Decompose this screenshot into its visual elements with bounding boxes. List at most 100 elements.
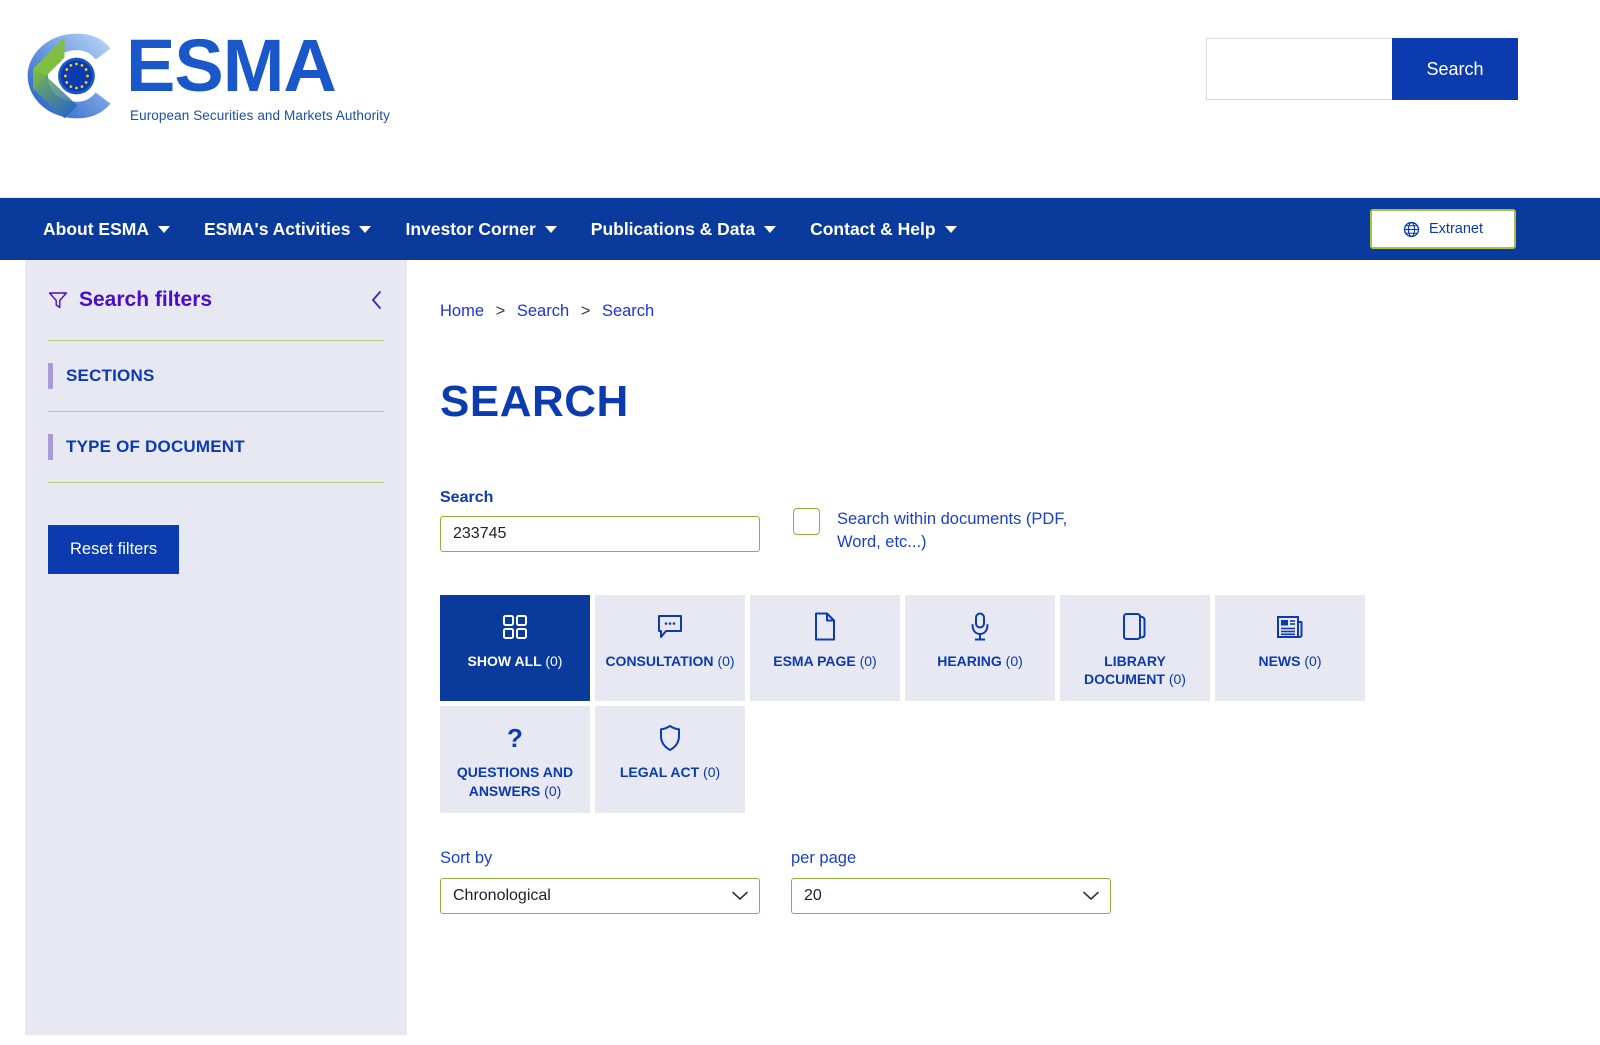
search-input[interactable]: [440, 516, 760, 552]
tab-label: SHOW ALL (0): [468, 652, 563, 671]
tab-count: (0): [1304, 652, 1322, 669]
chevron-down-icon: [944, 225, 957, 233]
tab-text: SHOW ALL: [467, 652, 542, 669]
breadcrumb-item-search-2[interactable]: Search: [602, 302, 654, 320]
tab-label: ESMA PAGE (0): [773, 652, 876, 671]
search-within-documents-group: Search within documents (PDF, Word, etc.…: [793, 508, 1093, 554]
nav-item-publications-data[interactable]: Publications & Data: [574, 198, 793, 260]
extranet-label: Extranet: [1429, 221, 1483, 237]
tab-esma-page[interactable]: ESMA PAGE (0): [750, 594, 900, 702]
tab-hearing[interactable]: HEARING (0): [905, 594, 1055, 702]
shield-icon: [658, 723, 682, 753]
tab-text: NEWS: [1258, 652, 1301, 669]
main-content: Home > Search > Search SEARCH Search Sea…: [432, 260, 1600, 1045]
per-page-group: per page 20: [791, 849, 1111, 915]
filter-group-sections[interactable]: SECTIONS: [48, 340, 384, 411]
nav-item-investor-corner[interactable]: Investor Corner: [388, 198, 573, 260]
tab-text: LEGAL ACT: [619, 764, 700, 781]
search-field-block: Search: [440, 489, 760, 552]
sort-by-label: Sort by: [440, 849, 493, 868]
tab-legal-act[interactable]: LEGAL ACT (0): [595, 706, 745, 814]
chevron-down-icon: [732, 891, 748, 900]
tab-count: (0): [859, 652, 877, 669]
tab-label: LEGAL ACT (0): [620, 763, 720, 782]
question-mark-icon: ?: [503, 723, 527, 753]
header-search-input[interactable]: [1206, 38, 1392, 100]
globe-icon: [1403, 221, 1420, 237]
tab-text: HEARING: [937, 652, 1002, 669]
grid-icon: [502, 612, 528, 642]
search-field-label: Search: [440, 489, 494, 506]
nav-item-contact-help[interactable]: Contact & Help: [793, 198, 973, 260]
per-page-select[interactable]: 20: [791, 878, 1111, 915]
tab-count: (0): [1005, 652, 1023, 669]
main-navigation: About ESMA ESMA's Activities Investor Co…: [0, 198, 1600, 260]
search-within-documents-label: Search within documents (PDF, Word, etc.…: [837, 510, 1068, 551]
per-page-select-wrap: 20: [791, 878, 1111, 915]
tab-news[interactable]: NEWS (0): [1215, 594, 1365, 702]
svg-text:?: ?: [507, 723, 523, 753]
sort-by-group: Sort by Chronological: [440, 849, 760, 915]
tab-show-all[interactable]: SHOW ALL (0): [440, 594, 590, 702]
search-filters-title-group: Search filters: [48, 288, 212, 312]
filter-group-type-inner: TYPE OF DOCUMENT: [48, 434, 384, 460]
extranet-button[interactable]: Extranet: [1370, 209, 1516, 249]
page-body: Search filters SECTIONS TYPE OF DOCUMENT…: [0, 260, 1600, 1045]
filter-group-sections-inner: SECTIONS: [48, 363, 384, 389]
tab-count: (0): [545, 652, 563, 669]
sort-by-value: Chronological: [453, 887, 551, 905]
tab-count: (0): [544, 783, 562, 800]
nav-item-esmas-activities[interactable]: ESMA's Activities: [187, 198, 388, 260]
sort-and-paging-row: Sort by Chronological per page 20: [440, 849, 1600, 915]
logo-title: ESMA: [126, 24, 337, 108]
chevron-down-icon: [359, 225, 372, 233]
tab-label: CONSULTATION (0): [605, 652, 734, 671]
tab-label: NEWS (0): [1258, 652, 1321, 671]
breadcrumb-item-home[interactable]: Home: [440, 302, 484, 320]
search-within-documents-checkbox[interactable]: [793, 508, 820, 535]
chevron-down-icon: [544, 225, 557, 233]
book-icon: [1122, 612, 1148, 642]
tab-label: HEARING (0): [937, 652, 1023, 671]
microphone-icon: [969, 612, 991, 642]
chevron-left-icon[interactable]: [370, 289, 384, 311]
breadcrumb: Home > Search > Search: [440, 302, 1600, 321]
nav-item-label: ESMA's Activities: [203, 218, 351, 239]
sort-by-select[interactable]: Chronological: [440, 878, 760, 915]
tab-label: LIBRARY DOCUMENT (0): [1066, 652, 1204, 690]
chevron-down-icon: [764, 225, 777, 233]
tab-consultation[interactable]: CONSULTATION (0): [595, 594, 745, 702]
nav-item-label: Contact & Help: [810, 218, 936, 239]
tab-questions-and-answers[interactable]: ? QUESTIONS AND ANSWERS (0): [440, 706, 590, 814]
tab-count: (0): [1168, 671, 1186, 688]
search-row: Search Search within documents (PDF, Wor…: [440, 489, 1600, 554]
esma-eye-logo-icon: [27, 33, 111, 119]
nav-items: About ESMA ESMA's Activities Investor Co…: [0, 198, 974, 260]
logo-subtitle: European Securities and Markets Authorit…: [130, 108, 390, 124]
tab-label: QUESTIONS AND ANSWERS (0): [446, 763, 584, 801]
tab-count: (0): [703, 764, 721, 781]
filter-group-label: SECTIONS: [66, 366, 155, 385]
reset-filters-button[interactable]: Reset filters: [48, 525, 180, 574]
document-type-tabs: SHOW ALL (0) CONSULTATION (0) ESMA PAGE …: [440, 594, 1498, 814]
filter-group-type-of-document[interactable]: TYPE OF DOCUMENT: [48, 411, 384, 483]
breadcrumb-separator: >: [495, 302, 506, 320]
tab-text: ESMA PAGE: [773, 652, 856, 669]
header-search: Search: [1206, 38, 1518, 100]
nav-item-about-esma[interactable]: About ESMA: [26, 198, 187, 260]
tab-library-document[interactable]: LIBRARY DOCUMENT (0): [1060, 594, 1210, 702]
search-filters-title: Search filters: [79, 288, 213, 311]
page-title: SEARCH: [440, 377, 629, 426]
filter-group-label: TYPE OF DOCUMENT: [66, 437, 245, 456]
per-page-value: 20: [804, 887, 822, 905]
breadcrumb-item-search-1[interactable]: Search: [517, 302, 569, 320]
breadcrumb-separator: >: [580, 302, 591, 320]
header-search-button[interactable]: Search: [1392, 38, 1518, 100]
tab-count: (0): [717, 652, 735, 669]
chevron-down-icon: [157, 225, 170, 233]
chevron-down-icon: [1083, 891, 1099, 900]
nav-item-label: About ESMA: [43, 218, 149, 239]
nav-item-label: Investor Corner: [405, 218, 536, 239]
esma-logo[interactable]: ESMA European Securities and Markets Aut…: [24, 28, 390, 124]
funnel-icon: [48, 292, 68, 309]
